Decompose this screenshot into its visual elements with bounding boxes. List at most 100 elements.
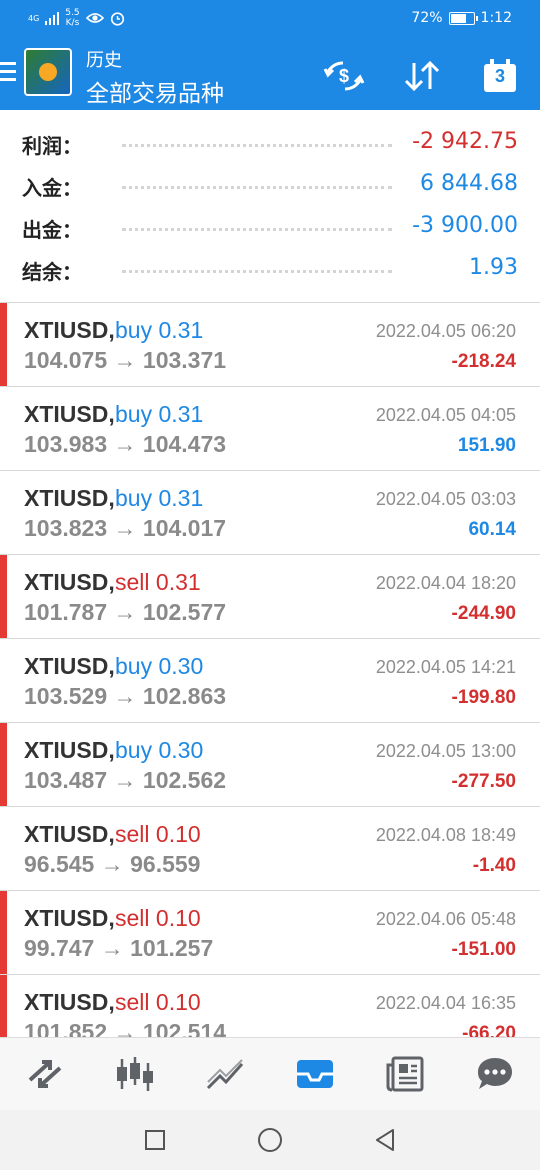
dotted-leader bbox=[122, 144, 392, 147]
trade-side-volume: buy 0.30 bbox=[115, 653, 204, 679]
trade-prices: 96.545 → 96.559 bbox=[24, 851, 201, 877]
chart-tab[interactable] bbox=[90, 1038, 180, 1110]
chat-tab[interactable] bbox=[450, 1038, 540, 1110]
network-speed: 5.5 K/s bbox=[65, 8, 79, 28]
trade-symbol: XTIUSD, bbox=[24, 317, 115, 343]
trade-side-volume: sell 0.10 bbox=[115, 989, 201, 1015]
triangle-back-icon bbox=[376, 1129, 394, 1151]
trade-side-volume: buy 0.31 bbox=[115, 485, 204, 511]
trend-icon bbox=[206, 1059, 244, 1090]
trade-symbol: XTIUSD, bbox=[24, 905, 115, 931]
trade-symbol: XTIUSD, bbox=[24, 737, 115, 763]
trade-symbol: XTIUSD, bbox=[24, 989, 115, 1015]
inbox-icon bbox=[297, 1060, 333, 1088]
alarm-icon bbox=[110, 11, 124, 26]
sort-icon bbox=[404, 60, 440, 92]
trade-time: 2022.04.05 13:00 bbox=[375, 741, 516, 761]
system-navigation-bar bbox=[0, 1110, 540, 1170]
trade-symbol: XTIUSD, bbox=[24, 821, 115, 847]
dotted-leader bbox=[122, 228, 392, 231]
trade-side-volume: buy 0.30 bbox=[115, 737, 204, 763]
currency-exchange-icon: $ bbox=[323, 61, 365, 91]
sort-button[interactable] bbox=[400, 56, 444, 96]
loss-marker bbox=[0, 891, 7, 974]
trade-symbol: XTIUSD, bbox=[24, 653, 115, 679]
summary-value: 6 844.68 bbox=[420, 171, 518, 196]
recents-button[interactable] bbox=[142, 1127, 168, 1153]
trade-side-volume: sell 0.10 bbox=[115, 905, 201, 931]
summary-row: 出金： -3 900.00 bbox=[0, 206, 540, 248]
app-screen: 4G 5.5 K/s 72% 1:12 历史 全部交易品种 $ 3 利润： -2… bbox=[0, 0, 540, 1170]
trade-profit: -1.40 bbox=[472, 855, 516, 876]
trade-side-volume: buy 0.31 bbox=[115, 317, 204, 343]
symbol-filter[interactable]: 全部交易品种 bbox=[86, 74, 224, 108]
square-icon bbox=[145, 1130, 165, 1150]
network-type: 4G bbox=[28, 13, 40, 23]
summary-value: -2 942.75 bbox=[412, 129, 518, 154]
back-button[interactable] bbox=[372, 1127, 398, 1153]
trade-profit: -244.90 bbox=[451, 603, 516, 624]
menu-icon[interactable] bbox=[0, 62, 16, 82]
news-tab[interactable] bbox=[360, 1038, 450, 1110]
trade-row[interactable]: XTIUSD, buy 0.31 103.823 → 104.017 2022.04.… bbox=[0, 471, 540, 555]
eye-icon bbox=[85, 13, 104, 23]
trade-prices: 104.075 → 103.371 bbox=[24, 347, 227, 373]
status-bar: 4G 5.5 K/s 72% 1:12 bbox=[0, 0, 540, 38]
circle-icon bbox=[258, 1128, 282, 1152]
trade-side-volume: buy 0.31 bbox=[115, 401, 204, 427]
currency-exchange-button[interactable]: $ bbox=[322, 56, 366, 96]
trade-prices: 103.487 → 102.562 bbox=[24, 767, 227, 793]
quotes-tab[interactable] bbox=[0, 1038, 90, 1110]
trade-time: 2022.04.08 18:49 bbox=[375, 825, 516, 845]
trade-row[interactable]: XTIUSD, buy 0.31 103.983 → 104.473 2022.04.… bbox=[0, 387, 540, 471]
chat-icon bbox=[478, 1058, 512, 1089]
loss-marker bbox=[0, 555, 7, 638]
trade-symbol: XTIUSD, bbox=[24, 569, 115, 595]
account-summary: 利润： -2 942.75 入金： 6 844.68 出金： -3 900.00 结余： 1.… bbox=[0, 122, 540, 290]
trade-row[interactable]: XTIUSD, sell 0.10 101.852 → 102.514 2022.04… bbox=[0, 975, 540, 1037]
summary-value: 1.93 bbox=[469, 255, 518, 280]
home-button[interactable] bbox=[257, 1127, 283, 1153]
trade-row[interactable]: XTIUSD, buy 0.31 104.075 → 103.371 2022.04.… bbox=[0, 303, 540, 387]
trade-profit: -218.24 bbox=[451, 351, 516, 372]
trade-profit: 151.90 bbox=[457, 435, 516, 456]
clock: 1:12 bbox=[480, 10, 512, 26]
summary-label: 出金： bbox=[22, 218, 82, 242]
app-header: 历史 全部交易品种 $ 3 bbox=[0, 38, 540, 110]
trade-time: 2022.04.04 16:35 bbox=[375, 993, 516, 1013]
app-logo bbox=[24, 48, 72, 96]
page-title: 历史 bbox=[86, 50, 122, 71]
trade-row[interactable]: XTIUSD, buy 0.30 103.529 → 102.863 2022.04.… bbox=[0, 639, 540, 723]
speed-value: 5.5 bbox=[65, 8, 80, 18]
calendar-day: 3 bbox=[494, 66, 505, 86]
quotes-arrows-icon bbox=[28, 1060, 62, 1088]
trade-history-list[interactable]: XTIUSD, buy 0.31 104.075 → 103.371 2022.04.… bbox=[0, 302, 540, 1037]
loss-marker bbox=[0, 723, 7, 806]
trade-profit: -199.80 bbox=[451, 687, 516, 708]
trade-tab[interactable] bbox=[180, 1038, 270, 1110]
summary-label: 利润： bbox=[22, 134, 82, 158]
trade-side-volume: sell 0.31 bbox=[115, 569, 201, 595]
calendar-button[interactable]: 3 bbox=[478, 56, 522, 96]
summary-row: 结余： 1.93 bbox=[0, 248, 540, 290]
battery-icon bbox=[448, 11, 478, 25]
trade-prices: 101.852 → 102.514 bbox=[24, 1019, 227, 1037]
newspaper-icon bbox=[386, 1056, 424, 1092]
trade-time: 2022.04.05 06:20 bbox=[375, 321, 516, 341]
trade-prices: 101.787 → 102.577 bbox=[24, 599, 227, 625]
trade-prices: 99.747 → 101.257 bbox=[24, 935, 214, 961]
summary-label: 结余： bbox=[22, 260, 82, 284]
trade-row[interactable]: XTIUSD, buy 0.30 103.487 → 102.562 2022.04.… bbox=[0, 723, 540, 807]
signal-icon bbox=[45, 11, 60, 25]
trade-time: 2022.04.04 18:20 bbox=[375, 573, 516, 593]
trade-prices: 103.983 → 104.473 bbox=[24, 431, 227, 457]
loss-marker bbox=[0, 975, 7, 1037]
trade-symbol: XTIUSD, bbox=[24, 485, 115, 511]
trade-row[interactable]: XTIUSD, sell 0.10 99.747 → 101.257 2022.04.… bbox=[0, 891, 540, 975]
history-tab[interactable] bbox=[270, 1038, 360, 1110]
summary-value: -3 900.00 bbox=[412, 213, 518, 238]
trade-profit: -66.20 bbox=[462, 1023, 516, 1037]
trade-row[interactable]: XTIUSD, sell 0.10 96.545 → 96.559 2022.04.0… bbox=[0, 807, 540, 891]
trade-row[interactable]: XTIUSD, sell 0.31 101.787 → 102.577 2022.04… bbox=[0, 555, 540, 639]
trade-time: 2022.04.05 04:05 bbox=[375, 405, 516, 425]
